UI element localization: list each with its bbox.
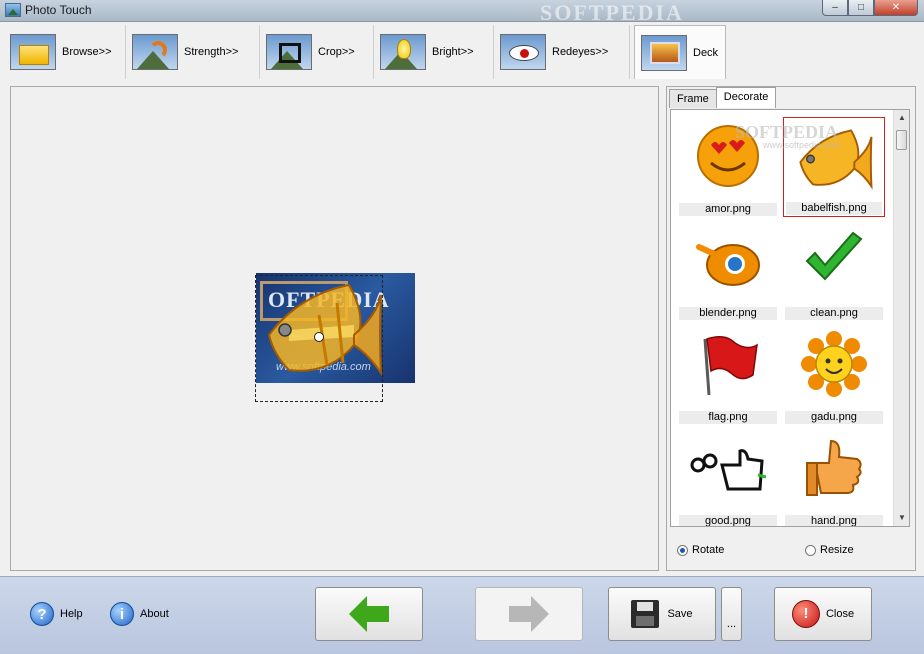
gallery-caption: blender.png bbox=[679, 307, 777, 320]
power-icon: ! bbox=[791, 600, 820, 628]
scroll-down-icon[interactable]: ▼ bbox=[894, 510, 909, 526]
rotate-label: Rotate bbox=[692, 544, 725, 556]
bright-button[interactable]: Bright>> bbox=[374, 25, 494, 79]
redeyes-button[interactable]: Redeyes>> bbox=[494, 25, 630, 79]
scroll-thumb[interactable] bbox=[896, 130, 907, 150]
gallery-caption: good.png bbox=[679, 515, 777, 526]
panel-tabs: Frame Decorate bbox=[669, 87, 777, 108]
gallery-caption: clean.png bbox=[785, 307, 883, 320]
title-bar: Photo Touch SOFTPEDIA – □ ✕ bbox=[0, 0, 924, 25]
app-icon bbox=[5, 3, 21, 17]
redeyes-label: Redeyes>> bbox=[552, 46, 609, 58]
gallery-watermark-url: www.softpedia.com bbox=[763, 140, 841, 150]
strength-button[interactable]: Strength>> bbox=[126, 25, 260, 79]
bottom-bar: ? Help i About Save ... ! Close bbox=[0, 576, 924, 654]
gallery-item-clean[interactable]: clean.png bbox=[783, 221, 885, 321]
crop-button[interactable]: Crop>> bbox=[260, 25, 374, 79]
checkmark-icon bbox=[805, 231, 863, 281]
close-button[interactable]: ! Close bbox=[774, 587, 872, 641]
radio-dot bbox=[677, 544, 688, 556]
strength-icon bbox=[132, 34, 178, 70]
gallery-caption: gadu.png bbox=[785, 411, 883, 424]
help-button[interactable]: ? Help bbox=[30, 602, 83, 626]
about-button[interactable]: i About bbox=[110, 602, 169, 626]
arrow-left-icon bbox=[349, 596, 389, 632]
resize-label: Resize bbox=[820, 544, 854, 556]
help-label: Help bbox=[60, 608, 83, 620]
blender-icon bbox=[696, 244, 760, 286]
transform-mode: Rotate Resize bbox=[677, 544, 907, 560]
back-button[interactable] bbox=[315, 587, 423, 641]
decorate-panel: Frame Decorate amor.png babelfish.png bl… bbox=[666, 86, 916, 571]
floppy-disk-icon bbox=[631, 600, 660, 628]
deck-button[interactable]: Deck bbox=[634, 25, 726, 79]
maximize-button[interactable]: □ bbox=[848, 0, 874, 16]
radio-dot bbox=[805, 544, 816, 556]
image-canvas[interactable]: OFTPEDIA www.softpedia.com bbox=[10, 86, 659, 571]
minimize-button[interactable]: – bbox=[822, 0, 848, 16]
rotate-radio[interactable]: Rotate bbox=[677, 544, 724, 556]
arrow-right-icon bbox=[509, 596, 549, 632]
gallery-caption: babelfish.png bbox=[786, 202, 882, 215]
help-icon: ? bbox=[30, 602, 54, 626]
close-label: Close bbox=[825, 608, 855, 620]
info-icon: i bbox=[110, 602, 134, 626]
tab-frame[interactable]: Frame bbox=[669, 89, 717, 108]
more-options-button[interactable]: ... bbox=[721, 587, 742, 641]
rotate-handle[interactable] bbox=[314, 332, 324, 342]
thumbs-up-icon bbox=[806, 439, 862, 496]
scroll-up-icon[interactable]: ▲ bbox=[894, 110, 909, 126]
gallery-caption: amor.png bbox=[679, 203, 777, 216]
deck-label: Deck bbox=[693, 46, 719, 59]
deck-icon bbox=[641, 34, 687, 71]
save-label: Save bbox=[667, 608, 693, 620]
tab-decorate[interactable]: Decorate bbox=[715, 87, 777, 108]
gallery-item-blender[interactable]: blender.png bbox=[677, 221, 779, 321]
gallery-item-good[interactable]: good.png bbox=[677, 429, 779, 526]
gallery-caption: hand.png bbox=[785, 515, 883, 526]
close-window-button[interactable]: ✕ bbox=[874, 0, 918, 16]
gallery-item-gadu[interactable]: gadu.png bbox=[783, 325, 885, 425]
folder-icon bbox=[10, 34, 56, 70]
flag-icon bbox=[703, 336, 758, 396]
about-label: About bbox=[140, 608, 169, 620]
thumbs-up-smiley-icon bbox=[690, 449, 767, 491]
crop-icon bbox=[266, 34, 312, 70]
browse-label: Browse>> bbox=[62, 46, 112, 58]
bulb-icon bbox=[380, 34, 426, 70]
gallery-item-flag[interactable]: flag.png bbox=[677, 325, 779, 425]
gallery-caption: flag.png bbox=[679, 411, 777, 424]
decoration-gallery: amor.png babelfish.png blender.png clean… bbox=[670, 109, 910, 527]
window-controls: – □ ✕ bbox=[822, 0, 918, 16]
gallery-item-hand[interactable]: hand.png bbox=[783, 429, 885, 526]
forward-button[interactable] bbox=[475, 587, 583, 641]
window-title: Photo Touch bbox=[25, 3, 92, 17]
strength-label: Strength>> bbox=[184, 46, 239, 58]
sun-flower-icon bbox=[801, 331, 867, 397]
toolbar: Browse>> Strength>> Crop>> Bright>> Rede… bbox=[0, 22, 924, 82]
eye-icon bbox=[500, 34, 546, 70]
gallery-scrollbar[interactable]: ▲ ▼ bbox=[893, 110, 909, 526]
bright-label: Bright>> bbox=[432, 46, 474, 58]
resize-radio[interactable]: Resize bbox=[805, 544, 854, 556]
crop-label: Crop>> bbox=[318, 46, 355, 58]
browse-button[interactable]: Browse>> bbox=[4, 25, 126, 79]
save-button[interactable]: Save bbox=[608, 587, 716, 641]
